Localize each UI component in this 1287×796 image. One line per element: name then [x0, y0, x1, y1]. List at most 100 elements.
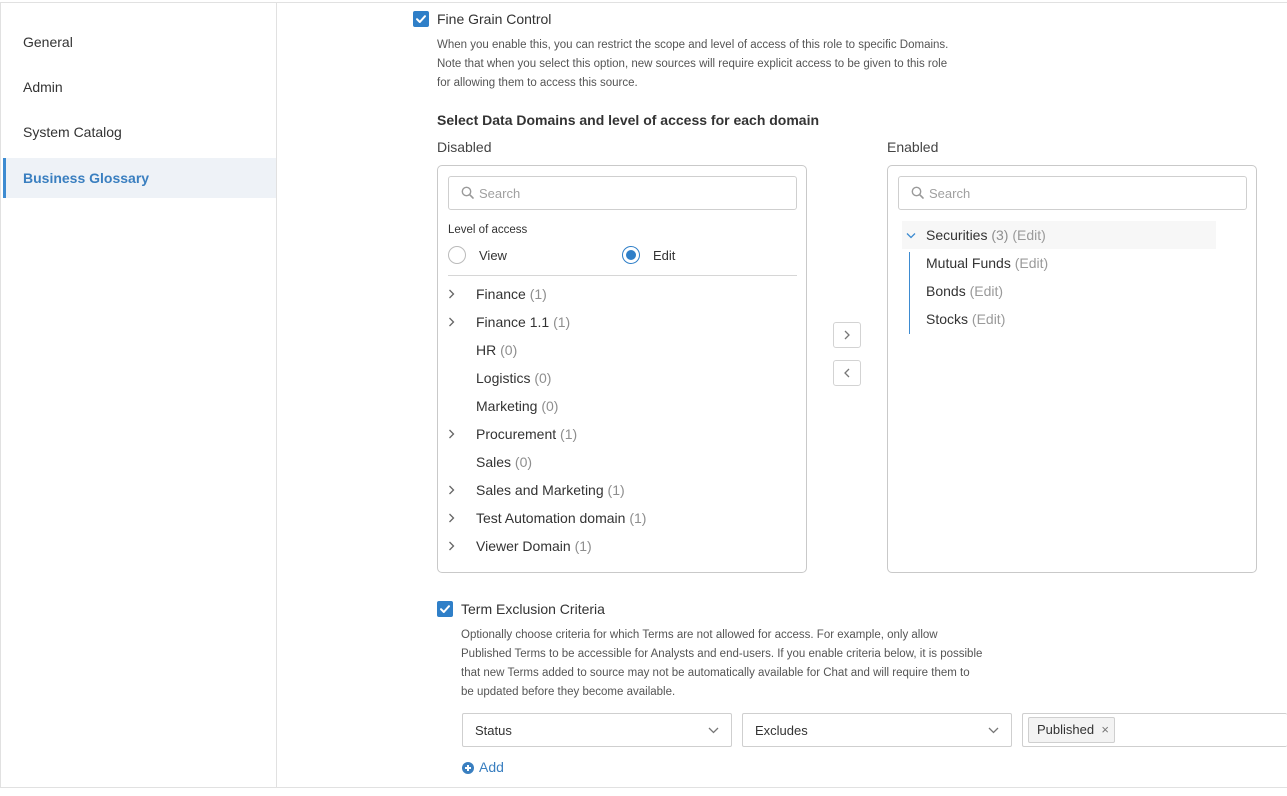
domain-count: (1): [607, 482, 625, 498]
add-criteria-button[interactable]: Add: [479, 759, 504, 775]
domain-name: Test Automation domain: [476, 510, 626, 526]
sidebar: General Admin System Catalog Business Gl…: [1, 3, 277, 788]
domain-name: Procurement: [476, 426, 557, 442]
level-of-access-label: Level of access: [448, 224, 528, 236]
disabled-domains-panel: Level of access View Edit Finance (1)Fin…: [437, 165, 807, 573]
domain-row[interactable]: Marketing (0): [448, 392, 788, 420]
operator-select[interactable]: Excludes: [742, 713, 1012, 747]
edit-link[interactable]: (Edit): [1015, 255, 1048, 271]
divider: [448, 275, 797, 276]
domain-count: (0): [534, 370, 552, 386]
description-line: Published Terms to be accessible for Ana…: [461, 648, 983, 660]
enabled-parent-row[interactable]: Securities (3) (Edit): [902, 221, 1216, 249]
domain-label: Finance (1): [476, 280, 547, 308]
domain-count: (3): [991, 227, 1009, 243]
chevron-right-icon[interactable]: [448, 513, 455, 523]
chevron-right-icon[interactable]: [448, 289, 455, 299]
domain-name: Stocks: [926, 311, 969, 327]
add-circle-icon[interactable]: [462, 762, 474, 774]
edit-link[interactable]: (Edit): [970, 283, 1003, 299]
sidebar-item-business-glossary[interactable]: Business Glossary: [3, 158, 276, 198]
domain-label: Test Automation domain (1): [476, 504, 646, 532]
edit-radio-label: Edit: [653, 248, 676, 263]
domain-count: (1): [560, 426, 578, 442]
domain-label: Sales and Marketing (1): [476, 476, 625, 504]
domain-count: (1): [553, 314, 571, 330]
enabled-search-input[interactable]: [929, 183, 1229, 203]
value-tag: Published ×: [1028, 717, 1115, 743]
domain-name: Securities: [926, 227, 988, 243]
domain-row[interactable]: Finance (1): [448, 280, 788, 308]
domain-label: HR (0): [476, 336, 517, 364]
remove-tag-icon[interactable]: ×: [1101, 718, 1109, 742]
chevron-right-icon[interactable]: [448, 429, 455, 439]
domain-row[interactable]: Sales (0): [448, 448, 788, 476]
domain-row[interactable]: Finance 1.1 (1): [448, 308, 788, 336]
domain-count: (0): [500, 342, 518, 358]
fine-grain-control-checkbox[interactable]: [413, 11, 429, 27]
sidebar-item-label: Admin: [23, 79, 63, 95]
domain-name: Viewer Domain: [476, 538, 571, 554]
domain-row[interactable]: Procurement (1): [448, 420, 788, 448]
chevron-right-icon[interactable]: [448, 317, 455, 327]
domain-name: Finance: [476, 286, 526, 302]
description-line: that new Terms added to source may not b…: [461, 667, 970, 679]
description-line: be updated before they become available.: [461, 686, 676, 698]
chevron-down-icon: [708, 727, 719, 734]
view-radio-label: View: [479, 248, 507, 263]
enabled-column-label: Enabled: [887, 139, 939, 155]
value-multiselect[interactable]: Published ×: [1022, 713, 1287, 747]
edit-link[interactable]: (Edit): [1012, 227, 1045, 243]
enabled-search-box: [898, 176, 1247, 210]
term-exclusion-checkbox[interactable]: [437, 601, 453, 617]
enabled-child-row[interactable]: Stocks (Edit): [926, 305, 1005, 333]
tree-guide-line: [909, 252, 910, 334]
enabled-parent-label: Securities (3) (Edit): [926, 221, 1046, 249]
enabled-child-row[interactable]: Bonds (Edit): [926, 277, 1003, 305]
domain-label: Sales (0): [476, 448, 532, 476]
description-line: for allowing them to access this source.: [437, 77, 638, 89]
term-exclusion-label: Term Exclusion Criteria: [461, 601, 605, 617]
domain-label: Marketing (0): [476, 392, 558, 420]
chevron-right-icon[interactable]: [448, 485, 455, 495]
domain-name: Bonds: [926, 283, 966, 299]
sidebar-item-system-catalog[interactable]: System Catalog: [3, 112, 276, 152]
check-icon: [440, 605, 450, 613]
chevron-right-icon[interactable]: [448, 541, 455, 551]
enabled-domains-panel: Securities (3) (Edit) Mutual Funds (Edit…: [887, 165, 1257, 573]
move-right-button[interactable]: [833, 322, 861, 348]
field-select-value: Status: [475, 723, 512, 738]
edit-radio[interactable]: [622, 246, 640, 264]
domain-count: (1): [529, 286, 547, 302]
enabled-child-row[interactable]: Mutual Funds (Edit): [926, 249, 1048, 277]
domain-name: Sales: [476, 454, 512, 470]
sidebar-item-admin[interactable]: Admin: [3, 67, 276, 107]
domain-label: Logistics (0): [476, 364, 551, 392]
operator-select-value: Excludes: [755, 723, 808, 738]
edit-link[interactable]: (Edit): [972, 311, 1005, 327]
disabled-column-label: Disabled: [437, 139, 492, 155]
domain-row[interactable]: Test Automation domain (1): [448, 504, 788, 532]
sidebar-item-general[interactable]: General: [3, 22, 276, 62]
domain-label: Procurement (1): [476, 420, 577, 448]
domain-name: Sales and Marketing: [476, 482, 604, 498]
domain-row[interactable]: Sales and Marketing (1): [448, 476, 788, 504]
field-select[interactable]: Status: [462, 713, 732, 747]
move-left-button[interactable]: [833, 360, 861, 386]
domain-count: (0): [541, 398, 559, 414]
domains-heading: Select Data Domains and level of access …: [437, 112, 820, 128]
domain-name: Mutual Funds: [926, 255, 1011, 271]
view-radio[interactable]: [448, 246, 466, 264]
sidebar-item-label: Business Glossary: [23, 170, 150, 186]
disabled-search-box: [448, 176, 797, 210]
domain-count: (1): [574, 538, 592, 554]
disabled-search-input[interactable]: [479, 183, 779, 203]
chevron-right-icon: [844, 330, 850, 340]
domain-row[interactable]: Logistics (0): [448, 364, 788, 392]
domain-row[interactable]: HR (0): [448, 336, 788, 364]
domain-row[interactable]: Viewer Domain (1): [448, 532, 788, 560]
chevron-down-icon: [906, 233, 916, 239]
sidebar-item-label: System Catalog: [23, 124, 122, 140]
description-line: Note that when you select this option, n…: [437, 58, 948, 70]
value-tag-label: Published: [1037, 722, 1095, 737]
